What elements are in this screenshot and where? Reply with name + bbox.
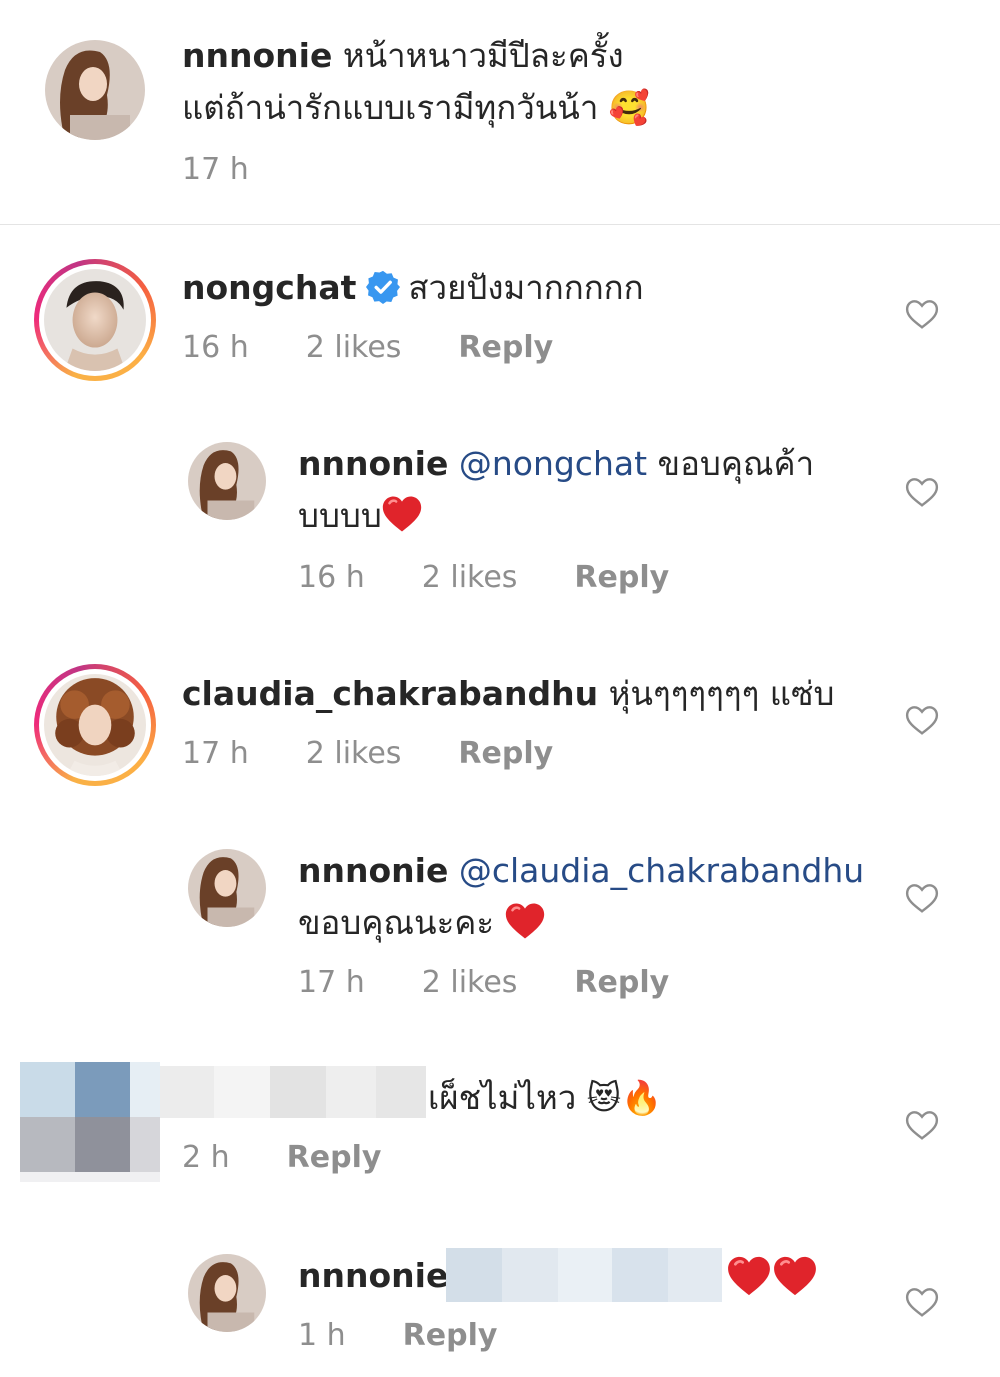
avatar-photo (188, 442, 266, 520)
comment-likes[interactable]: 2 likes (422, 965, 518, 1000)
comment-body-line2: แต่ถ้าน่ารักแบบเรามีทุกวันน้า (182, 88, 599, 127)
comment-meta: 16 h 2 likes Reply (182, 330, 610, 365)
avatar-story-ring[interactable] (34, 664, 156, 786)
heart-outline-icon[interactable] (905, 881, 939, 915)
comment-time: 16 h (182, 330, 249, 365)
mention-link[interactable]: @claudia_chakrabandhu (459, 851, 864, 890)
comment-time: 1 h (298, 1318, 346, 1353)
comment-body-line1: หน้าหนาวมีปีละครั้ง (342, 36, 624, 75)
comment-likes[interactable]: 2 likes (306, 736, 402, 771)
comment-time: 17 h (298, 965, 365, 1000)
pixelated-avatar (20, 1062, 160, 1182)
comment-meta: 17 h 2 likes Reply (182, 736, 610, 771)
avatar-photo (45, 40, 145, 140)
comment-body: เผ็ชไม่ไหว (428, 1078, 577, 1117)
comment-meta: 16 h 2 likes Reply (298, 560, 726, 595)
avatar[interactable] (188, 1254, 266, 1332)
verified-badge-icon (366, 270, 400, 304)
mention-link[interactable]: @nongchat (459, 444, 647, 483)
avatar[interactable] (188, 442, 266, 520)
heart-outline-icon[interactable] (905, 1285, 939, 1319)
comment-body-line1: ขอบคุณค้า (657, 444, 815, 483)
comment-meta: 1 h Reply (298, 1318, 554, 1353)
comment-text: nnnonie หน้าหนาวมีปีละครั้ง แต่ถ้าน่ารัก… (182, 30, 902, 134)
comment-username[interactable]: nongchat (182, 268, 356, 307)
heart-outline-icon[interactable] (905, 703, 939, 737)
reply-button[interactable]: Reply (287, 1140, 382, 1175)
comment-time: 16 h (298, 560, 365, 595)
comment-username[interactable]: claudia_chakrabandhu (182, 674, 598, 713)
avatar-photo (44, 269, 146, 371)
reply-button[interactable]: Reply (403, 1318, 498, 1353)
avatar-story-ring[interactable] (34, 259, 156, 381)
avatar[interactable] (188, 849, 266, 927)
comment-text: claudia_chakrabandhu หุ่นๆๆๆๆๆๆ แซ่บ (182, 668, 902, 720)
heart-outline-icon[interactable] (905, 297, 939, 331)
comment-body: หุ่นๆๆๆๆๆๆ แซ่บ (608, 674, 835, 713)
comment-meta: 17 h 2 likes Reply (298, 965, 726, 1000)
pixelated-mention (446, 1248, 722, 1302)
comment-username[interactable]: nnnonie (298, 1256, 448, 1295)
avatar[interactable] (45, 40, 145, 140)
comment-time: 17 h (182, 736, 249, 771)
divider (0, 224, 1000, 225)
comment-meta: 17 h (182, 152, 306, 187)
comment-time: 2 h (182, 1140, 230, 1175)
reply-text: nnnonie (298, 1250, 448, 1302)
reply-button[interactable]: Reply (458, 736, 553, 771)
avatar-photo (44, 674, 146, 776)
comment-time: 17 h (182, 152, 249, 187)
comment-meta: 2 h Reply (182, 1140, 438, 1175)
reply-button[interactable]: Reply (574, 560, 669, 595)
comment-text: เผ็ชไม่ไหว 😻🔥 (428, 1072, 848, 1124)
comment-text: nongchat สวยปังมากกกกก (182, 262, 902, 314)
heart-outline-icon[interactable] (905, 1108, 939, 1142)
comment-body: สวยปังมากกกกก (408, 268, 644, 307)
red-hearts-emoji (726, 1256, 822, 1296)
smiling-hearts-emoji: 🥰 (608, 88, 650, 127)
comment-username[interactable]: nnnonie (298, 851, 448, 890)
red-heart-emoji (505, 902, 545, 940)
comment-username[interactable]: nnnonie (182, 36, 332, 75)
comment-body-line2: บบบบ (298, 496, 382, 535)
avatar-photo (188, 1254, 266, 1332)
reply-button[interactable]: Reply (458, 330, 553, 365)
comment-username[interactable]: nnnonie (298, 444, 448, 483)
red-heart-emoji (382, 495, 422, 533)
red-heart-emoji (772, 1256, 818, 1296)
red-heart-emoji (726, 1256, 772, 1296)
pixelated-username (160, 1066, 426, 1118)
comment-likes[interactable]: 2 likes (422, 560, 518, 595)
heart-eyes-cat-fire-emoji: 😻🔥 (586, 1078, 663, 1117)
reply-text: nnnonie @claudia_chakrabandhu ขอบคุณนะคะ (298, 845, 898, 949)
avatar-photo (188, 849, 266, 927)
comment-likes[interactable]: 2 likes (306, 330, 402, 365)
reply-text: nnnonie @nongchat ขอบคุณค้า บบบบ (298, 438, 878, 542)
comment-body-line2: ขอบคุณนะคะ (298, 903, 495, 942)
reply-button[interactable]: Reply (574, 965, 669, 1000)
heart-outline-icon[interactable] (905, 475, 939, 509)
